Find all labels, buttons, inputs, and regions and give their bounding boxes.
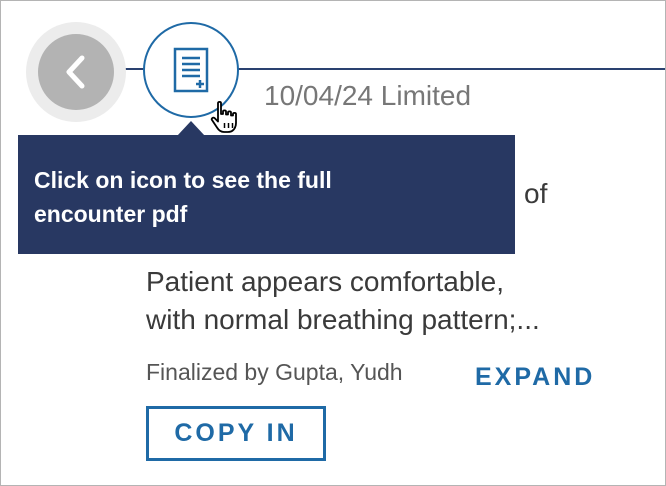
note-preview: Patient appears comfortable, with normal… [146,263,616,339]
note-line: with normal breathing pattern;... [146,304,540,335]
note-text-partial: of [524,178,548,209]
copy-in-button[interactable]: COPY IN [146,406,326,461]
hand-pointer-icon [210,100,237,133]
expand-button[interactable]: EXPAND [475,363,595,392]
tooltip: Click on icon to see the full encounter … [18,135,515,254]
tooltip-line: Click on icon to see the full [34,167,332,193]
tooltip-line: encounter pdf [34,201,188,227]
finalized-by-text: Finalized by Gupta, Yudh [146,359,403,385]
note-line: Patient appears comfortable, [146,266,504,297]
chevron-left-icon [66,55,85,89]
encounter-title: 10/04/24 Limited [264,80,472,111]
back-button[interactable] [38,34,114,110]
tooltip-arrow [177,121,205,136]
encounter-panel: 10/04/24 Limited of Patient appears comf… [0,0,666,486]
document-plus-icon [173,47,209,93]
